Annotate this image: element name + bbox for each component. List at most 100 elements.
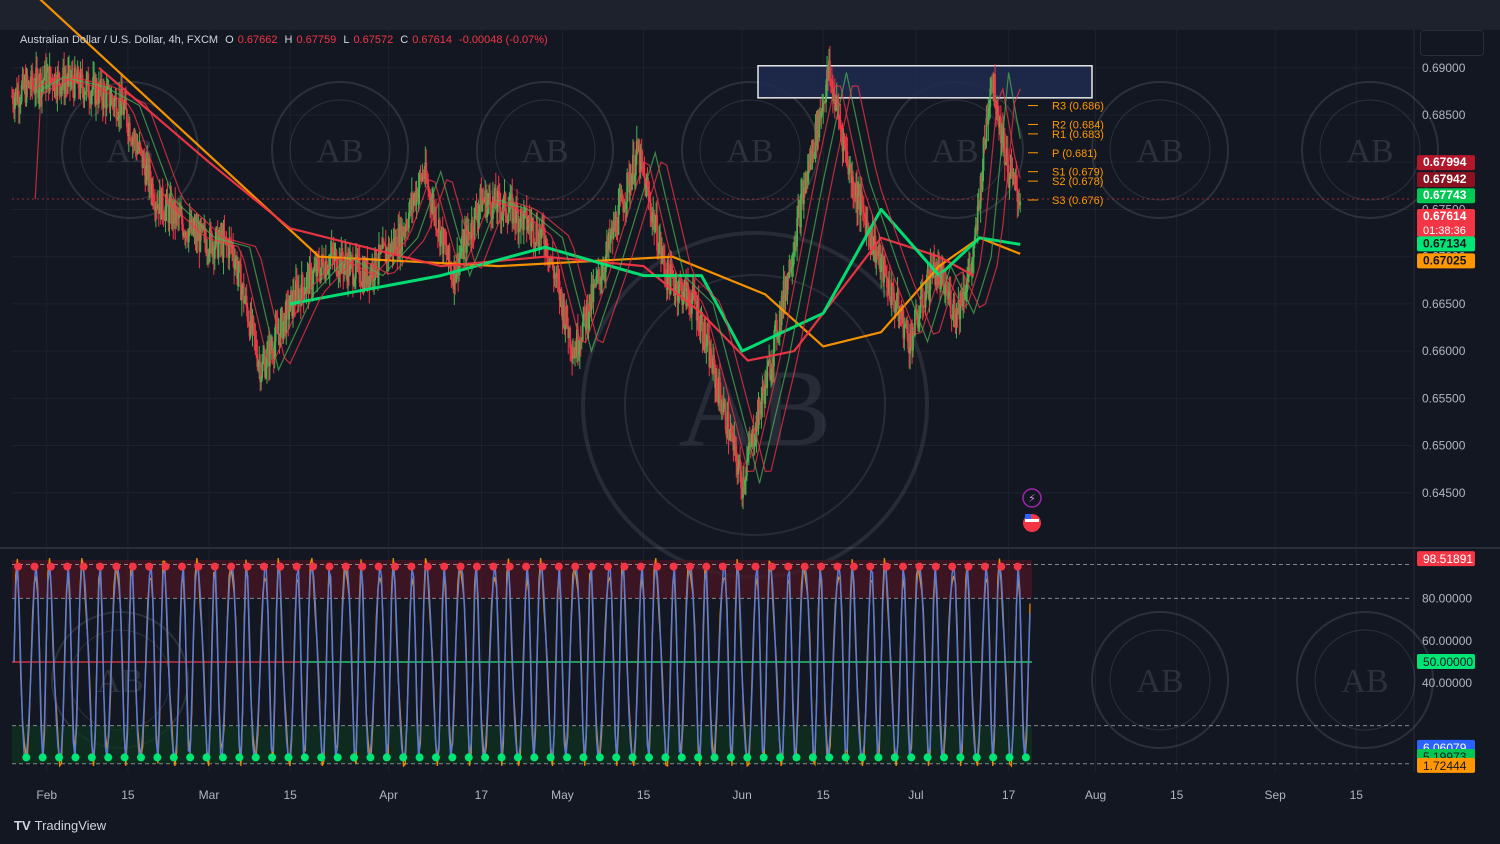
svg-text:AB: AB: [1136, 663, 1183, 700]
candle-body: [261, 362, 264, 379]
watermark-emblem: AB: [1296, 611, 1434, 749]
osc-peak-dot: [177, 562, 186, 571]
candle-body: [857, 193, 859, 210]
osc-trough-dot: [792, 753, 801, 762]
osc-peak-dot: [194, 562, 203, 571]
osc-trough-dot: [120, 753, 129, 762]
moving-average-line: [39, 0, 1021, 348]
candle-body: [128, 122, 131, 141]
svg-text:AB: AB: [1136, 133, 1183, 170]
osc-peak-dot: [440, 562, 449, 571]
osc-trough-dot: [251, 753, 260, 762]
osc-peak-dot: [604, 562, 613, 571]
symbol-header: Australian Dollar / U.S. Dollar, 4h, FXC…: [20, 34, 552, 46]
candle-body: [888, 279, 891, 300]
osc-peak-dot: [735, 562, 744, 571]
osc-trough-dot: [169, 753, 178, 762]
osc-trough-dot: [858, 753, 867, 762]
osc-peak-dot: [46, 562, 55, 571]
osc-peak-dot: [358, 562, 367, 571]
osc-peak-dot: [882, 562, 891, 571]
osc-trough-dot: [431, 753, 440, 762]
osc-peak-dot: [128, 562, 137, 571]
svg-text:AB: AB: [316, 133, 363, 170]
candle-body: [643, 173, 646, 178]
osc-peak-dot: [391, 562, 399, 571]
osc-peak-dot: [161, 562, 170, 571]
y-tick-label: 0.69000: [1422, 61, 1466, 75]
osc-trough-dot: [726, 753, 735, 762]
osc-peak-dot: [980, 562, 989, 571]
candle-body: [375, 249, 377, 275]
osc-trough-dot: [448, 753, 457, 762]
osc-peak-dot: [899, 562, 907, 571]
toolbar-box[interactable]: [1420, 30, 1484, 56]
osc-trough-dot: [1021, 753, 1030, 762]
osc-y-tick-label: 40.00000: [1422, 676, 1472, 690]
osc-trough-dot: [399, 753, 408, 762]
x-tick-label: 15: [283, 788, 297, 802]
watermark-emblem-large: AB: [581, 231, 929, 579]
osc-trough-dot: [1005, 753, 1014, 762]
x-tick-label: Jul: [908, 788, 923, 802]
osc-peak-dot: [96, 562, 105, 571]
candle-body: [701, 318, 704, 344]
osc-peak-dot: [849, 562, 858, 571]
chart-canvas[interactable]: Feb 15 Mar 15 Apr 17 May 15 Jun 15 Jul 17 Aug 15 Sep 15…: [0, 0, 1500, 844]
tradingview-logo[interactable]: TV TradingView: [14, 818, 106, 833]
candle-body: [507, 212, 510, 223]
resistance-zone-box: [757, 65, 1093, 99]
osc-peak-dot: [423, 562, 432, 571]
osc-trough-dot: [513, 753, 522, 762]
osc-trough-dot: [759, 753, 768, 762]
tradingview-logo-icon: TV: [14, 818, 31, 833]
logo-text: TradingView: [34, 818, 107, 833]
osc-peak-dot: [538, 562, 547, 571]
us-flag-canton: [1025, 514, 1031, 519]
osc-peak-dot: [997, 562, 1006, 571]
osc-peak-dot: [915, 562, 924, 571]
osc-trough-dot: [808, 753, 817, 762]
osc-trough-dot: [317, 753, 326, 762]
osc-peak-dot: [751, 562, 760, 571]
osc-peak-dot: [79, 562, 88, 571]
x-tick-label: Apr: [379, 788, 398, 802]
y-tick-label: 0.66500: [1422, 297, 1466, 311]
osc-trough-dot: [153, 753, 162, 762]
osc-trough-dot: [710, 753, 719, 762]
candle-body: [583, 306, 586, 314]
osc-trough-dot: [890, 753, 899, 762]
osc-peak-dot: [145, 562, 154, 571]
x-tick-label: Mar: [199, 788, 220, 802]
osc-peak-dot: [522, 562, 531, 571]
osc-trough-dot: [366, 753, 375, 762]
low-label: L 0.67572: [343, 34, 394, 46]
y-tick-label: 0.64500: [1422, 486, 1466, 500]
open-label: O 0.67662: [225, 34, 278, 46]
osc-trough-dot: [350, 753, 359, 762]
candle-body: [312, 271, 315, 285]
candle-body: [489, 192, 491, 204]
candle-body: [724, 402, 727, 430]
y-tick-label: 0.66000: [1422, 344, 1466, 358]
osc-trough-dot: [497, 753, 506, 762]
osc-peak-dot: [554, 562, 563, 571]
symbol-title[interactable]: Australian Dollar / U.S. Dollar, 4h, FXC…: [20, 34, 218, 46]
osc-trough-dot: [546, 753, 555, 762]
osc-trough-dot: [612, 753, 621, 762]
svg-text:AB: AB: [931, 133, 978, 170]
osc-peak-dot: [931, 562, 940, 571]
y-tick-label: 0.68500: [1422, 108, 1466, 122]
x-tick-label: Feb: [36, 788, 57, 802]
x-tick-label: 15: [1170, 788, 1184, 802]
osc-peak-dot: [817, 562, 826, 571]
candle-body: [598, 269, 601, 278]
candle-body: [448, 245, 451, 265]
osc-peak-dot: [309, 562, 318, 571]
x-tick-label: 17: [475, 788, 489, 802]
osc-peak-dot: [407, 562, 416, 571]
osc-trough-dot: [874, 753, 883, 762]
osc-trough-dot: [923, 753, 932, 762]
x-tick-label: 17: [1002, 788, 1016, 802]
osc-value-label: 1.72444: [1423, 759, 1467, 773]
